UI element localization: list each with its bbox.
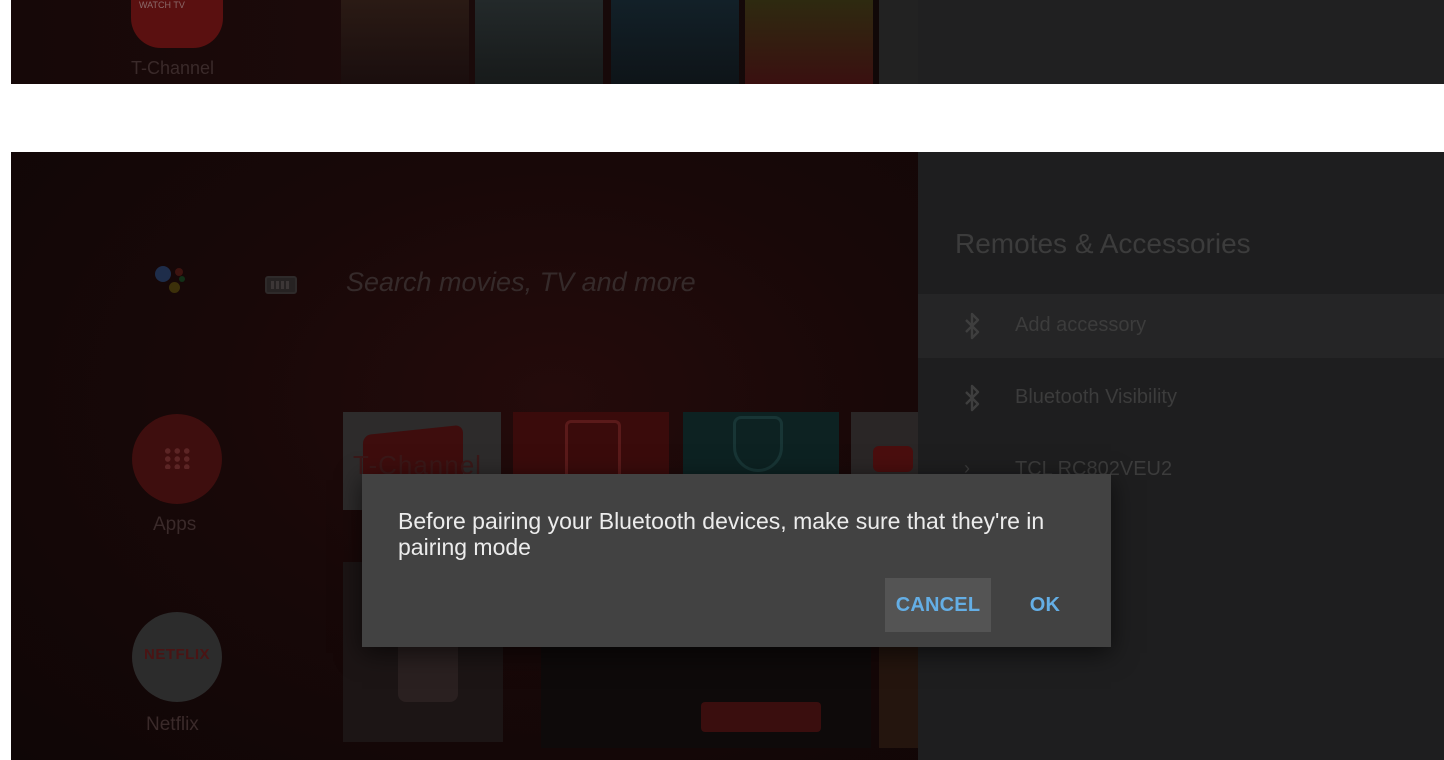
youtube-icon: [873, 446, 913, 472]
top-home-background: WATCH TV T-Channel: [11, 0, 918, 84]
menu-item-add-accessory[interactable]: Add accessory: [918, 294, 1444, 358]
cancel-button[interactable]: CANCEL: [885, 578, 991, 632]
assistant-dot-yellow: [169, 282, 180, 293]
top-channel-tile: WATCH TV: [131, 0, 223, 48]
poster-thumbnail: [879, 0, 918, 84]
search-placeholder[interactable]: Search movies, TV and more: [346, 267, 696, 298]
shield-icon: [733, 416, 783, 472]
poster-thumbnail: [341, 0, 469, 84]
pairing-dialog: Before pairing your Bluetooth devices, m…: [362, 474, 1111, 647]
apps-label: Apps: [153, 514, 197, 535]
apps-button[interactable]: [132, 414, 222, 504]
box-icon: [565, 420, 621, 480]
dialog-message: Before pairing your Bluetooth devices, m…: [398, 508, 1045, 560]
bluetooth-icon: [965, 312, 980, 340]
top-settings-panel-fragment: [918, 0, 1444, 84]
panel-title: Remotes & Accessories: [955, 228, 1251, 259]
content-thumbnail: [701, 702, 821, 732]
assistant-dot-green: [179, 276, 185, 282]
bluetooth-icon: [965, 384, 980, 412]
previous-screen-fragment: WATCH TV T-Channel: [11, 0, 1444, 84]
home-screen: Search movies, TV and more Apps NETFLIX …: [11, 152, 918, 760]
content-tile[interactable]: [879, 638, 918, 748]
poster-thumbnail: [611, 0, 739, 84]
apps-grid-icon: [163, 447, 191, 469]
menu-item-label: Bluetooth Visibility: [1015, 386, 1177, 408]
ok-button[interactable]: OK: [1012, 578, 1078, 632]
menu-item-label: Add accessory: [1015, 314, 1147, 336]
top-channel-tile-text: WATCH TV: [139, 0, 185, 10]
menu-item-bluetooth-visibility[interactable]: Bluetooth Visibility: [918, 366, 1444, 430]
settings-panel: Remotes & Accessories Add accessory Blue…: [918, 152, 1444, 760]
netflix-button[interactable]: NETFLIX: [132, 612, 222, 702]
netflix-label: Netflix: [146, 714, 199, 735]
top-channel-label: T-Channel: [131, 58, 215, 78]
assistant-dot-blue: [155, 266, 171, 282]
assistant-dot-red: [175, 268, 183, 276]
keyboard-icon[interactable]: [265, 276, 297, 294]
poster-thumbnail: [475, 0, 603, 84]
poster-thumbnail: [745, 0, 873, 84]
google-assistant-icon[interactable]: [151, 260, 191, 304]
netflix-logo: NETFLIX: [144, 646, 210, 663]
android-tv-screen: Search movies, TV and more Apps NETFLIX …: [11, 152, 1444, 760]
